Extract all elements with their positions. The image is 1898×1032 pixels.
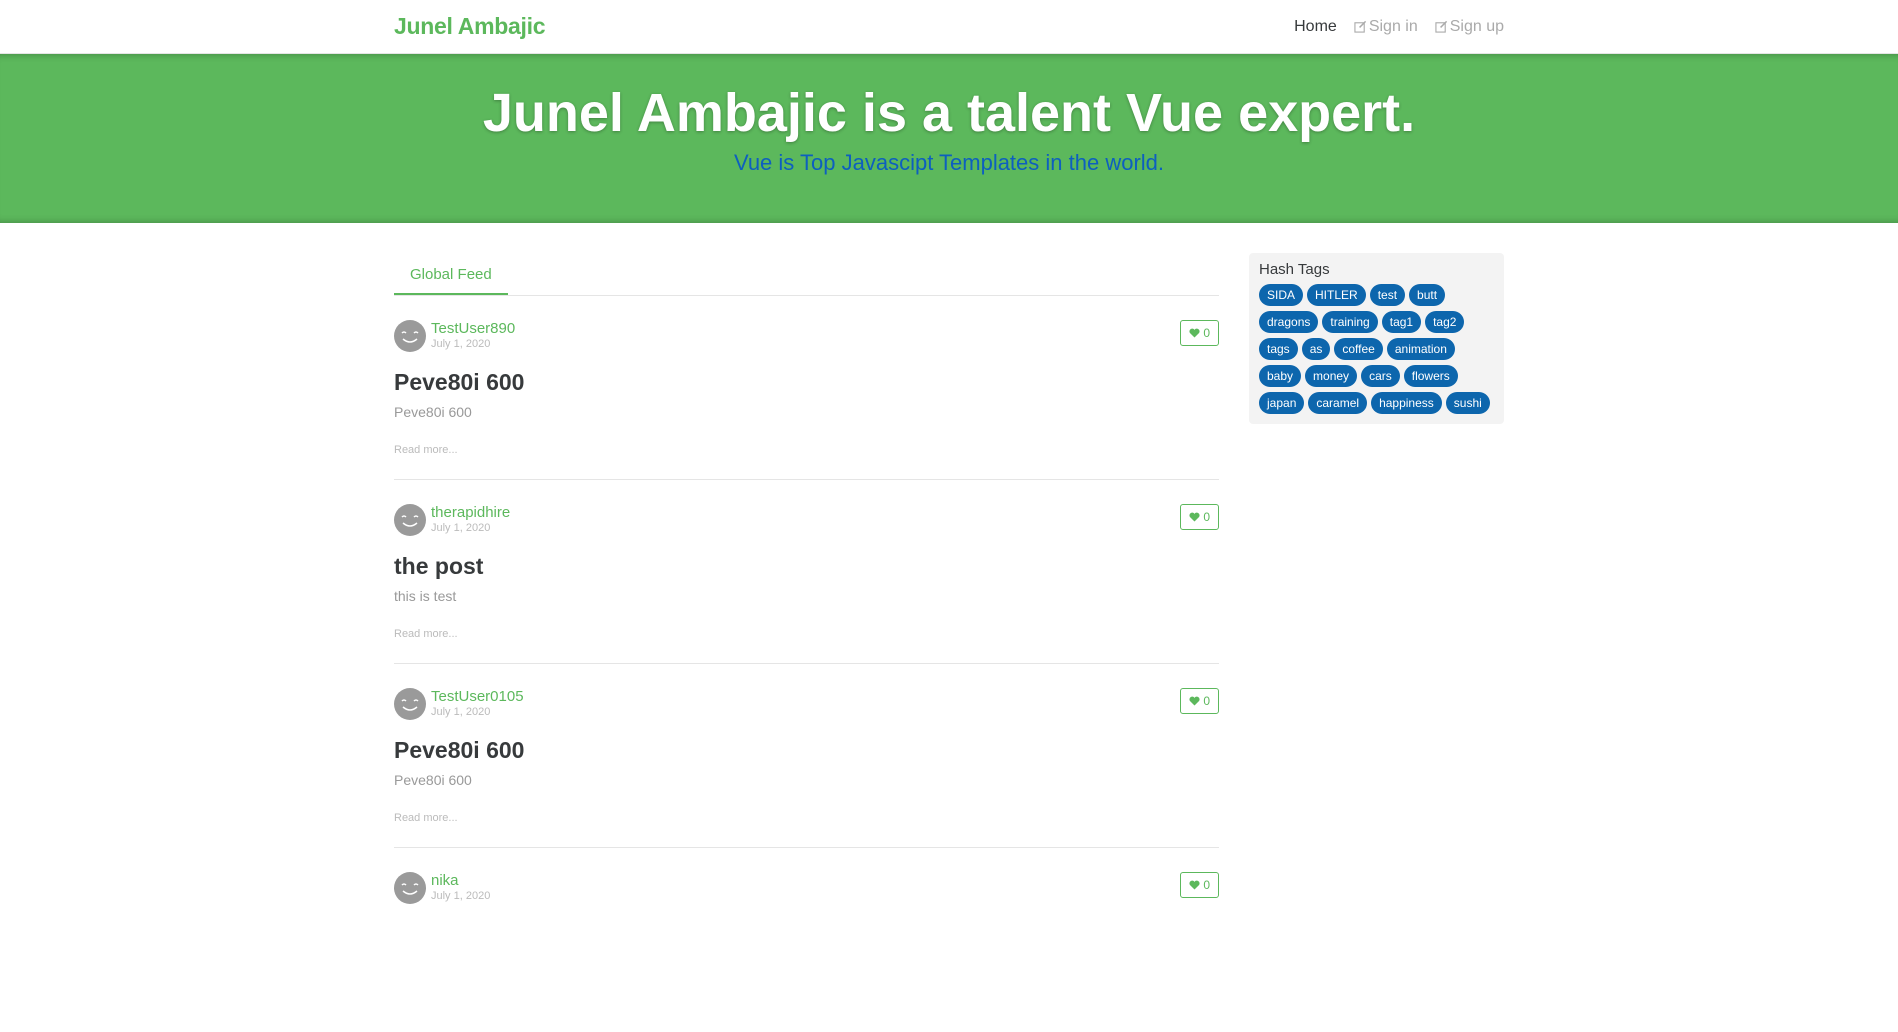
nav-home-label: Home — [1294, 17, 1337, 35]
nav-sign-up-label: Sign up — [1449, 17, 1504, 35]
navbar: Junel Ambajic Home Sign in Sign up — [0, 0, 1898, 54]
heart-icon — [1189, 512, 1200, 522]
article-date: July 1, 2020 — [431, 706, 491, 718]
avatar[interactable] — [394, 504, 426, 536]
article-description: Peve80i 600 — [394, 772, 472, 788]
hero-banner: Junel Ambajic is a talent Vue expert. Vu… — [0, 54, 1898, 223]
heart-icon — [1189, 880, 1200, 890]
avatar[interactable] — [394, 688, 426, 720]
tag-pill[interactable]: money — [1305, 365, 1358, 387]
nav-sign-up-link[interactable]: Sign up — [1435, 18, 1504, 36]
like-count: 0 — [1203, 326, 1210, 340]
tag-pill[interactable]: cars — [1361, 365, 1400, 387]
main-content: Global Feed TestUser890 July 1, 2020 0 P… — [394, 253, 1504, 1032]
tag-pill[interactable]: coffee — [1334, 338, 1383, 360]
article-description: this is test — [394, 588, 457, 604]
like-button[interactable]: 0 — [1180, 504, 1219, 530]
author-link[interactable]: TestUser890 — [431, 321, 515, 337]
article-info: TestUser890 July 1, 2020 — [431, 321, 515, 351]
article-preview: therapidhire July 1, 2020 0 the post thi… — [394, 480, 1219, 664]
edit-icon — [1354, 20, 1366, 33]
article-date: July 1, 2020 — [431, 338, 491, 350]
tag-pill[interactable]: happiness — [1371, 392, 1442, 414]
tag-pill[interactable]: sushi — [1445, 392, 1490, 414]
article-preview: nika July 1, 2020 0 — [394, 848, 1219, 1032]
smiley-icon — [401, 515, 419, 527]
banner-subtitle: Vue is Top Javascipt Templates in the wo… — [733, 150, 1165, 175]
hash-tags-sidebar: Hash Tags SIDA HITLER test butt dragons train… — [1249, 253, 1504, 424]
tag-pill[interactable]: animation — [1386, 338, 1455, 360]
tag-pill[interactable]: as — [1301, 338, 1331, 360]
tag-pill[interactable]: training — [1322, 311, 1378, 333]
tag-pill[interactable]: tag2 — [1425, 311, 1465, 333]
article-preview: TestUser0105 July 1, 2020 0 Peve80i 600 … — [394, 664, 1219, 848]
article-title: the post — [394, 553, 484, 579]
smiley-icon — [401, 699, 419, 711]
nav-sign-in-link[interactable]: Sign in — [1354, 18, 1418, 36]
article-preview-link[interactable]: Peve80i 600 Peve80i 600 Read more... — [394, 368, 1219, 456]
like-count: 0 — [1203, 694, 1210, 708]
author-link[interactable]: nika — [431, 873, 490, 889]
edit-icon — [1435, 20, 1447, 33]
tag-list: SIDA HITLER test butt dragons training tag1 tag… — [1259, 284, 1494, 414]
read-more-link: Read more... — [394, 444, 458, 456]
tag-pill[interactable]: caramel — [1308, 392, 1368, 414]
nav-home-link[interactable]: Home — [1294, 18, 1337, 36]
avatar[interactable] — [394, 872, 426, 904]
article-preview-link[interactable]: the post this is test Read more... — [394, 552, 1219, 640]
banner-title: Junel Ambajic is a talent Vue expert. — [482, 83, 1416, 143]
smiley-icon — [401, 331, 419, 343]
avatar[interactable] — [394, 320, 426, 352]
like-button[interactable]: 0 — [1180, 872, 1219, 898]
sidebar-title: Hash Tags — [1259, 261, 1330, 278]
nav-links: Home Sign in Sign up — [1294, 18, 1504, 36]
brand-logo-link[interactable]: Junel Ambajic — [394, 13, 545, 40]
article-info: TestUser0105 July 1, 2020 — [431, 689, 524, 719]
tag-pill[interactable]: HITLER — [1307, 284, 1366, 306]
like-button[interactable]: 0 — [1180, 688, 1219, 714]
tag-pill[interactable]: tag1 — [1381, 311, 1422, 333]
like-count: 0 — [1203, 510, 1210, 524]
tag-pill[interactable]: baby — [1259, 365, 1302, 387]
article-meta: TestUser0105 July 1, 2020 0 — [394, 688, 1219, 720]
sidebar-column: Hash Tags SIDA HITLER test butt dragons train… — [1249, 253, 1504, 1032]
article-meta: nika July 1, 2020 0 — [394, 872, 1219, 904]
article-meta: therapidhire July 1, 2020 0 — [394, 504, 1219, 536]
author-link[interactable]: TestUser0105 — [431, 689, 524, 705]
tag-pill[interactable]: flowers — [1403, 365, 1458, 387]
article-preview: TestUser890 July 1, 2020 0 Peve80i 600 P… — [394, 296, 1219, 480]
smiley-icon — [401, 883, 419, 895]
feed-column: Global Feed TestUser890 July 1, 2020 0 P… — [394, 255, 1219, 1032]
heart-icon — [1189, 328, 1200, 338]
nav-sign-in-label: Sign in — [1368, 17, 1418, 35]
article-title: Peve80i 600 — [394, 737, 525, 763]
tag-pill[interactable]: japan — [1259, 392, 1305, 414]
like-count: 0 — [1203, 878, 1210, 892]
article-date: July 1, 2020 — [431, 890, 491, 902]
article-description: Peve80i 600 — [394, 404, 472, 420]
tag-pill[interactable]: butt — [1409, 284, 1446, 306]
tab-global-feed[interactable]: Global Feed — [394, 255, 508, 295]
tag-pill[interactable]: SIDA — [1259, 284, 1304, 306]
heart-icon — [1189, 696, 1200, 706]
author-link[interactable]: therapidhire — [431, 505, 510, 521]
tag-pill[interactable]: tags — [1259, 338, 1298, 360]
tag-pill[interactable]: test — [1369, 284, 1406, 306]
like-button[interactable]: 0 — [1180, 320, 1219, 346]
article-info: nika July 1, 2020 — [431, 873, 490, 903]
feed-toggle: Global Feed — [394, 255, 1219, 296]
article-info: therapidhire July 1, 2020 — [431, 505, 510, 535]
read-more-link: Read more... — [394, 812, 458, 824]
article-date: July 1, 2020 — [431, 522, 491, 534]
article-title: Peve80i 600 — [394, 369, 525, 395]
article-preview-link[interactable]: Peve80i 600 Peve80i 600 Read more... — [394, 736, 1219, 824]
tag-pill[interactable]: dragons — [1259, 311, 1319, 333]
article-meta: TestUser890 July 1, 2020 0 — [394, 320, 1219, 352]
read-more-link: Read more... — [394, 628, 458, 640]
